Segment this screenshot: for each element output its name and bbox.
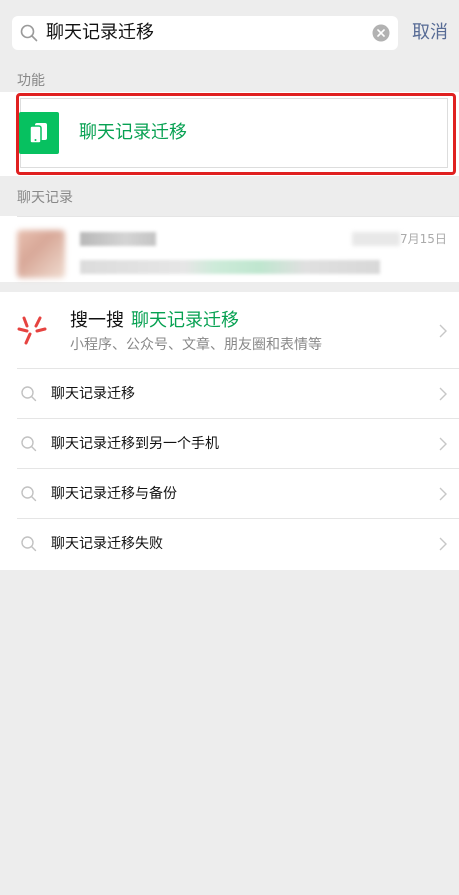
- functions-section-label: 功能: [17, 73, 45, 89]
- search-header: 聊天记录迁移 取消: [0, 0, 459, 60]
- search-input[interactable]: 聊天记录迁移: [12, 16, 398, 50]
- search-query-text: 聊天记录迁移: [46, 22, 154, 43]
- chevron-right-icon: [439, 487, 447, 501]
- chevron-right-icon: [439, 537, 447, 551]
- divider: [17, 216, 459, 217]
- search-icon: [21, 536, 37, 552]
- suggestion-text: 聊天记录迁移与备份: [51, 486, 177, 502]
- avatar: [17, 230, 65, 278]
- blurred-date-part: [352, 232, 400, 246]
- souyisou-title: 搜一搜: [70, 310, 124, 331]
- search-icon: [20, 24, 38, 42]
- record-date: 7月15日: [400, 232, 447, 246]
- chevron-right-icon: [439, 437, 447, 451]
- annotation-highlight-box: [16, 93, 456, 175]
- cancel-button[interactable]: 取消: [412, 22, 448, 44]
- souyisou-description: 小程序、公众号、文章、朋友圈和表情等: [70, 337, 322, 353]
- souyisou-keyword: 聊天记录迁移: [131, 310, 239, 331]
- records-section-label: 聊天记录: [17, 190, 73, 206]
- search-icon: [21, 436, 37, 452]
- blurred-message-preview: [80, 260, 380, 274]
- search-icon: [21, 386, 37, 402]
- chevron-right-icon: [439, 387, 447, 401]
- chevron-right-icon: [439, 324, 447, 338]
- search-icon: [21, 486, 37, 502]
- blurred-contact-name: [80, 232, 156, 246]
- suggestion-text: 聊天记录迁移到另一个手机: [51, 436, 219, 452]
- suggestion-text: 聊天记录迁移失败: [51, 536, 163, 552]
- clear-icon[interactable]: [372, 24, 390, 42]
- souyisou-icon: [17, 316, 47, 345]
- suggestion-text: 聊天记录迁移: [51, 386, 135, 402]
